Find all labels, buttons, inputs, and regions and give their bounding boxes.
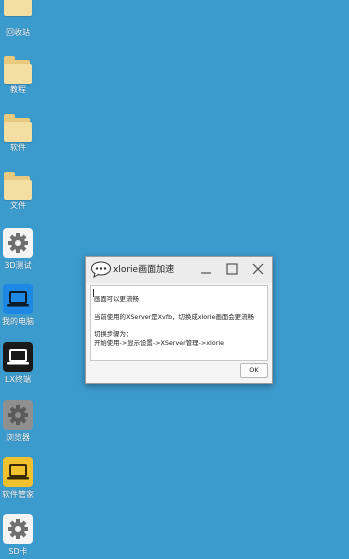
desktop-icon-3d-test[interactable]: 3D测试 (0, 228, 36, 282)
desktop-icon-label: 文件 (10, 201, 26, 210)
message-line: 切换步骤为： (94, 330, 133, 338)
desktop: 回收站 教程 软件 文件 3D测试 我的电脑 LX终端 浏览器 软件管家 SD卡… (0, 0, 349, 559)
folder-icon (2, 172, 34, 204)
desktop-icon-label: 回收站 (6, 28, 30, 37)
desktop-icon-label: 我的电脑 (2, 317, 34, 326)
folder-icon (2, 0, 34, 20)
desktop-icon-recycle-bin[interactable]: 回收站 (0, 0, 36, 54)
terminal-icon (3, 342, 33, 372)
desktop-icon-software-manager[interactable]: 软件管家 (0, 457, 36, 511)
laptop-icon (3, 457, 33, 487)
dialog-message-area: 画面可以更流畅 当前使用的XServer是Xvfb，切换成xlorie画面会更流… (90, 285, 268, 361)
speech-bubble-icon (90, 261, 112, 279)
folder-icon (2, 114, 34, 146)
folder-icon (2, 56, 34, 88)
minimize-icon[interactable] (198, 261, 214, 277)
desktop-icon-sd-card[interactable]: SD卡 (0, 514, 36, 559)
gear-icon (3, 400, 33, 430)
desktop-icon-label: SD卡 (8, 547, 28, 556)
desktop-icon-label: 软件管家 (2, 490, 34, 499)
xlorie-dialog: xlorie画面加速 画面可以更流畅 当前使用的XServer是Xvfb，切换成… (85, 256, 273, 384)
gear-icon (3, 228, 33, 258)
desktop-icon-lx-terminal[interactable]: LX终端 (0, 342, 36, 396)
desktop-icon-my-computer[interactable]: 我的电脑 (0, 284, 36, 338)
ok-button[interactable]: OK (240, 363, 268, 378)
desktop-icon-tutorial[interactable]: 教程 (0, 56, 36, 110)
message-line: 画面可以更流畅 (94, 295, 139, 303)
laptop-icon (3, 284, 33, 314)
maximize-icon[interactable] (224, 261, 240, 277)
close-icon[interactable] (250, 261, 266, 277)
desktop-icon-label: 软件 (10, 143, 26, 152)
desktop-icon-label: 教程 (10, 85, 26, 94)
message-line: 当前使用的XServer是Xvfb，切换成xlorie画面会更流畅 (94, 313, 254, 321)
dialog-title: xlorie画面加速 (113, 265, 175, 275)
desktop-icon-files[interactable]: 文件 (0, 172, 36, 226)
desktop-icon-label: LX终端 (5, 375, 31, 384)
gear-icon (3, 514, 33, 544)
dialog-titlebar[interactable]: xlorie画面加速 (86, 257, 272, 283)
desktop-icon-browser[interactable]: 浏览器 (0, 400, 36, 454)
message-line: 开始使用->显示设置->XServer管理->xlorie (94, 339, 225, 347)
desktop-icon-software[interactable]: 软件 (0, 114, 36, 168)
desktop-icon-label: 浏览器 (6, 433, 30, 442)
desktop-icon-label: 3D测试 (4, 261, 32, 270)
